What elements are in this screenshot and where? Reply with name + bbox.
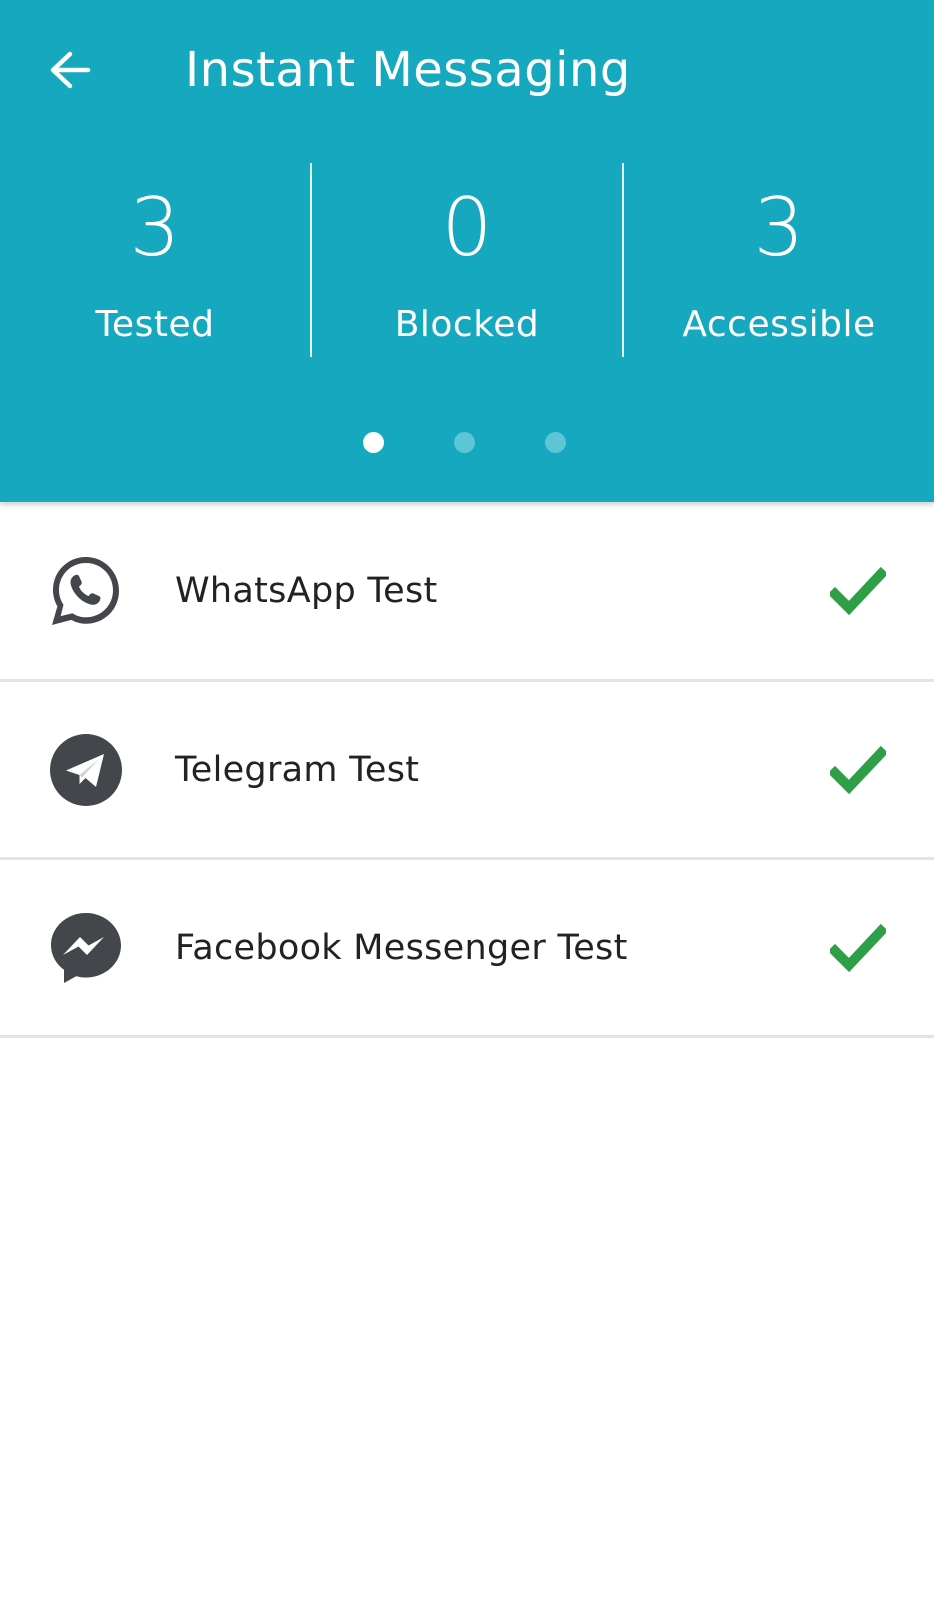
list-item-telegram[interactable]: Telegram Test — [0, 682, 934, 860]
stat-blocked-label: Blocked — [394, 304, 540, 345]
checkmark-icon — [830, 923, 886, 972]
checkmark-icon — [830, 745, 886, 794]
test-list: WhatsApp Test Telegram Test Facebook Mes… — [0, 502, 934, 1038]
messenger-icon — [51, 912, 121, 983]
telegram-icon — [50, 733, 122, 806]
stat-blocked: 0 Blocked — [310, 163, 622, 357]
list-item-messenger[interactable]: Facebook Messenger Test — [0, 860, 934, 1038]
page-dot[interactable] — [454, 432, 475, 453]
stats-summary: 3 Tested 0 Blocked 3 Accessible — [0, 163, 934, 357]
stat-tested-value: 3 — [129, 181, 181, 274]
list-item-whatsapp[interactable]: WhatsApp Test — [0, 502, 934, 682]
stat-tested: 3 Tested — [0, 163, 310, 357]
back-button[interactable] — [38, 38, 102, 102]
page-dot[interactable] — [545, 432, 566, 453]
stat-tested-label: Tested — [95, 304, 215, 345]
app-header: Instant Messaging 3 Tested 0 Blocked 3 A… — [0, 0, 934, 502]
whatsapp-icon — [52, 556, 119, 625]
arrow-left-icon — [50, 51, 91, 89]
list-item-label: WhatsApp Test — [175, 570, 438, 611]
page-indicator — [0, 432, 934, 454]
list-item-label: Telegram Test — [175, 749, 420, 790]
stat-accessible-value: 3 — [753, 181, 805, 274]
checkmark-icon — [830, 566, 886, 615]
stat-blocked-value: 0 — [441, 181, 493, 274]
stat-accessible: 3 Accessible — [622, 163, 934, 357]
page-dot[interactable] — [363, 432, 384, 453]
page-title: Instant Messaging — [185, 42, 631, 98]
list-item-label: Facebook Messenger Test — [175, 927, 628, 968]
stat-accessible-label: Accessible — [682, 304, 876, 345]
